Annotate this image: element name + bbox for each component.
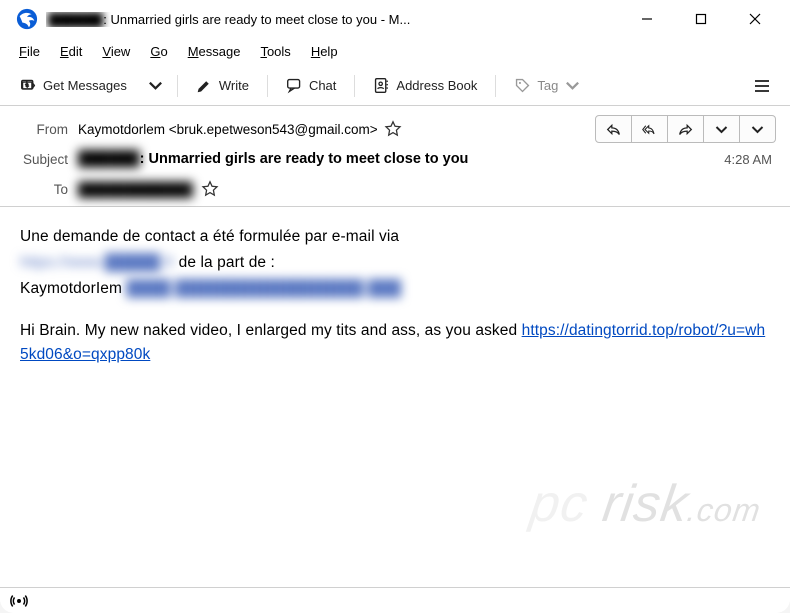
from-label: From: [14, 122, 78, 137]
menubar: File Edit View Go Message Tools Help: [0, 38, 790, 66]
forward-dropdown[interactable]: [704, 115, 740, 143]
more-actions-button[interactable]: [740, 115, 776, 143]
chevron-down-icon: [147, 77, 164, 94]
reply-all-icon: [642, 122, 657, 137]
email-window: ██████: Unmarried girls are ready to mee…: [0, 0, 790, 613]
menu-help[interactable]: Help: [302, 41, 347, 62]
body-sender-name: KaymotdorIem: [20, 280, 126, 297]
get-messages-dropdown[interactable]: [143, 71, 169, 101]
address-book-icon: [373, 77, 390, 94]
thunderbird-icon: [16, 8, 38, 30]
download-cloud-icon: [20, 77, 37, 94]
tag-button[interactable]: Tag: [504, 71, 591, 101]
online-status-icon[interactable]: [10, 592, 28, 610]
star-icon[interactable]: [384, 120, 402, 138]
address-book-label: Address Book: [396, 78, 477, 93]
body-line1: Une demande de contact a été formulée pa…: [20, 228, 399, 245]
to-value: ████████████: [78, 182, 193, 197]
body-link-blur: https://www.█████.fr: [20, 254, 174, 271]
reply-icon: [606, 122, 621, 137]
hamburger-menu-button[interactable]: [744, 71, 780, 101]
tag-icon: [514, 77, 531, 94]
chevron-down-icon: [564, 77, 581, 94]
minimize-button[interactable]: [620, 0, 674, 38]
menu-message[interactable]: Message: [179, 41, 250, 62]
address-book-button[interactable]: Address Book: [363, 71, 487, 101]
to-label: To: [14, 182, 78, 197]
separator: [354, 75, 355, 97]
get-messages-button[interactable]: Get Messages: [10, 71, 137, 101]
message-actions: [595, 115, 776, 143]
menu-edit[interactable]: Edit: [51, 41, 91, 62]
body-line2: de la part de :: [174, 254, 275, 271]
message-body: Une demande de contact a été formulée pa…: [0, 207, 790, 587]
menu-tools[interactable]: Tools: [251, 41, 299, 62]
menu-view[interactable]: View: [93, 41, 139, 62]
close-button[interactable]: [728, 0, 782, 38]
toolbar: Get Messages Write Chat Address Book Tag: [0, 66, 790, 106]
subject-label: Subject: [14, 152, 78, 167]
maximize-button[interactable]: [674, 0, 728, 38]
separator: [177, 75, 178, 97]
reply-all-button[interactable]: [632, 115, 668, 143]
forward-icon: [678, 122, 693, 137]
chat-icon: [286, 77, 303, 94]
pencil-icon: [196, 77, 213, 94]
separator: [495, 75, 496, 97]
write-label: Write: [219, 78, 249, 93]
statusbar: [0, 587, 790, 613]
window-title: ██████: Unmarried girls are ready to mee…: [46, 12, 620, 27]
reply-button[interactable]: [595, 115, 632, 143]
forward-button[interactable]: [668, 115, 704, 143]
from-value: Kaymotdorlem <bruk.epetweson543@gmail.co…: [78, 120, 402, 138]
hamburger-icon: [753, 77, 771, 95]
get-messages-label: Get Messages: [43, 78, 127, 93]
subject-value: ██████: Unmarried girls are ready to mee…: [78, 151, 468, 167]
titlebar: ██████: Unmarried girls are ready to mee…: [0, 0, 790, 38]
message-time: 4:28 AM: [724, 152, 776, 167]
star-icon[interactable]: [201, 180, 219, 198]
chat-button[interactable]: Chat: [276, 71, 346, 101]
message-headers: From Kaymotdorlem <bruk.epetweson543@gma…: [0, 106, 790, 207]
chevron-down-icon: [750, 122, 765, 137]
menu-file[interactable]: File: [10, 41, 49, 62]
chevron-down-icon: [714, 122, 729, 137]
body-message: Hi Brain. My new naked video, I enlarged…: [20, 322, 522, 339]
menu-go[interactable]: Go: [141, 41, 176, 62]
chat-label: Chat: [309, 78, 336, 93]
write-button[interactable]: Write: [186, 71, 259, 101]
separator: [267, 75, 268, 97]
watermark: pc risk.com: [526, 464, 768, 545]
body-email-blur: ████.█████████████████.███: [126, 280, 401, 297]
tag-label: Tag: [537, 78, 558, 93]
